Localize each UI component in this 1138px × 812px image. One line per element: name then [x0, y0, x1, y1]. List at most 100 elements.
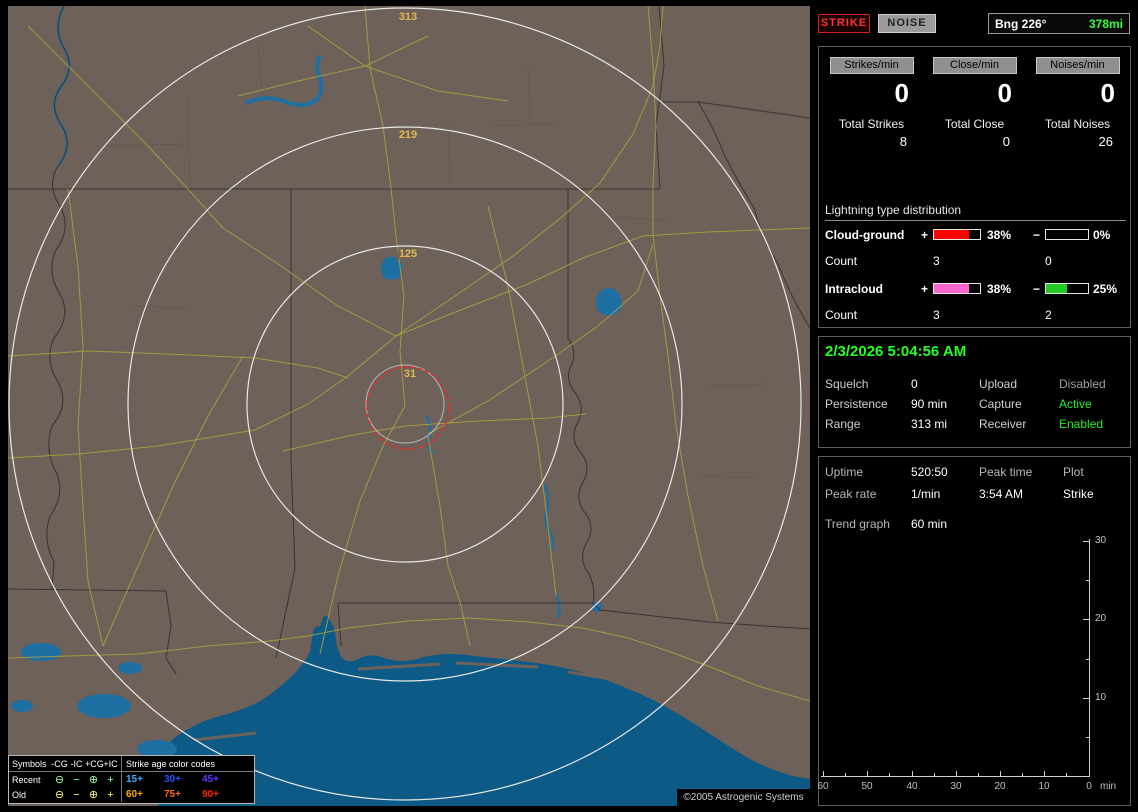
y-tick — [1083, 698, 1089, 699]
ic-positive-pct: 38% — [987, 282, 1012, 296]
cg-negative-pct: 0% — [1093, 228, 1111, 242]
x-label-0: 0 — [1086, 781, 1092, 792]
session-row: Uptime 520:50 Peak time Plot — [819, 465, 1130, 479]
y-tick — [1083, 619, 1089, 620]
x-tick — [1044, 771, 1045, 776]
total-noises-value: 26 — [1098, 134, 1113, 149]
capture-value: Active — [1059, 397, 1092, 411]
lightning-map: 313 219 125 31 Symbols -CG -IC +CG +IC S… — [8, 6, 810, 806]
bearing-label: Bng 226° — [995, 16, 1047, 31]
receiver-status-section: 2/3/2026 5:04:56 AM Squelch 0 Upload Dis… — [818, 336, 1131, 448]
status-row: Range 313 mi Receiver Enabled — [819, 417, 1130, 431]
neg-cg-recent-icon: ⊖ — [54, 773, 65, 786]
session-row: Peak rate 1/min 3:54 AM Strike — [819, 487, 1130, 501]
cg-positive-pct: 38% — [987, 228, 1012, 242]
plus-sign: + — [921, 282, 929, 296]
plot-label: Plot — [1063, 465, 1084, 479]
age-30: 30+ — [164, 774, 181, 785]
minus-sign: − — [1033, 228, 1041, 242]
x-label-40: 40 — [906, 781, 918, 792]
peak-rate-label: Peak rate — [825, 487, 877, 501]
uptime-label: Uptime — [825, 465, 864, 479]
neg-ic-old-icon: − — [73, 788, 80, 801]
neg-cg-old-icon: ⊖ — [54, 788, 65, 801]
close-per-min-chip[interactable]: Close/min — [932, 57, 1017, 74]
x-tick — [823, 771, 824, 776]
range-value: 313 mi — [911, 417, 948, 431]
x-label-10: 10 — [1038, 781, 1050, 792]
y-label-30: 30 — [1095, 535, 1107, 546]
upload-label: Upload — [979, 377, 1018, 391]
x-tick-minor — [845, 773, 846, 776]
uptime-value: 520:50 — [911, 465, 948, 479]
copyright-text: ©2005 Astrogenic Systems — [677, 789, 810, 806]
strikes-per-min-chip[interactable]: Strikes/min — [829, 57, 914, 74]
pos-ic-old-icon: + — [107, 788, 114, 801]
cloud-ground-label: Cloud-ground — [825, 228, 905, 242]
ring-label-313: 313 — [399, 11, 417, 23]
age-75: 75+ — [164, 789, 181, 800]
receiver-label: Receiver — [979, 417, 1027, 431]
cg-negative-bar — [1045, 229, 1089, 240]
x-tick-minor — [1066, 773, 1067, 776]
bearing-distance: 378mi — [1088, 16, 1123, 31]
session-section: Uptime 520:50 Peak time Plot Peak rate 1… — [817, 456, 1131, 806]
trend-graph-label: Trend graph — [825, 517, 890, 531]
total-noises-label: Total Noises — [1044, 117, 1111, 131]
x-tick — [956, 771, 957, 776]
total-close-value: 0 — [1002, 134, 1010, 149]
pos-ic-recent-icon: + — [107, 773, 114, 786]
ic-negative-fill — [1046, 284, 1067, 293]
persistence-label: Persistence — [825, 397, 888, 411]
y-tick-minor — [1086, 659, 1089, 660]
strike-indicator-button[interactable]: STRIKE — [818, 14, 870, 33]
neg-ic-recent-icon: − — [73, 773, 80, 786]
cg-count-label: Count — [825, 254, 858, 268]
age-15: 15+ — [126, 774, 143, 785]
range-label: Range — [825, 417, 861, 431]
symbols-legend: Symbols -CG -IC +CG +IC Strike age color… — [8, 755, 255, 804]
close-per-min-value: 0 — [997, 78, 1012, 108]
ring-label-219: 219 — [399, 129, 417, 141]
x-tick-minor — [978, 773, 979, 776]
map-graphic: 313 219 125 31 — [8, 6, 810, 806]
noises-per-min-chip[interactable]: Noises/min — [1035, 57, 1120, 74]
plus-sign: + — [921, 228, 929, 242]
ic-positive-fill — [934, 284, 969, 293]
squelch-value: 0 — [911, 377, 918, 391]
ring-label-125: 125 — [399, 248, 417, 260]
persistence-value: 90 min — [911, 397, 948, 411]
total-strikes-label: Total Strikes — [838, 117, 905, 131]
x-tick-minor — [934, 773, 935, 776]
session-row: Trend graph 60 min — [819, 517, 1130, 531]
y-label-20: 20 — [1095, 613, 1107, 624]
strikes-per-min-value: 0 — [894, 78, 909, 108]
distribution-header: Lightning type distribution — [825, 203, 1126, 221]
x-label-20: 20 — [994, 781, 1006, 792]
peak-rate-value: 1/min — [911, 487, 941, 501]
trend-y-axis — [1089, 539, 1090, 777]
noises-per-min-value: 0 — [1100, 78, 1115, 108]
intracloud-label: Intracloud — [825, 282, 884, 296]
intracloud-row: Intracloud + 38% − 25% — [819, 283, 1130, 297]
x-label-60: 60 — [817, 781, 829, 792]
pos-cg-old-icon: ⊕ — [88, 788, 99, 801]
trend-graph: 30 20 10 60 50 40 30 20 10 0 min — [817, 533, 1130, 803]
minus-sign: − — [1033, 282, 1041, 296]
cloud-ground-row: Cloud-ground + 38% − 0% — [819, 229, 1130, 243]
x-tick-minor — [889, 773, 890, 776]
cg-count-row: Count 3 0 — [819, 255, 1130, 269]
x-label-50: 50 — [861, 781, 873, 792]
noise-indicator-button[interactable]: NOISE — [878, 14, 936, 33]
legend-symbols-header: Symbols — [12, 758, 47, 769]
total-strikes-value: 8 — [899, 134, 907, 149]
age-60: 60+ — [126, 789, 143, 800]
ic-positive-bar — [933, 283, 981, 294]
ic-negative-count: 2 — [1045, 308, 1052, 322]
status-row: Persistence 90 min Capture Active — [819, 397, 1130, 411]
receiver-value: Enabled — [1059, 417, 1104, 431]
legend-col-neg-ic: -IC — [70, 758, 83, 769]
ic-positive-count: 3 — [933, 308, 940, 322]
age-90: 90+ — [202, 789, 219, 800]
capture-label: Capture — [979, 397, 1022, 411]
